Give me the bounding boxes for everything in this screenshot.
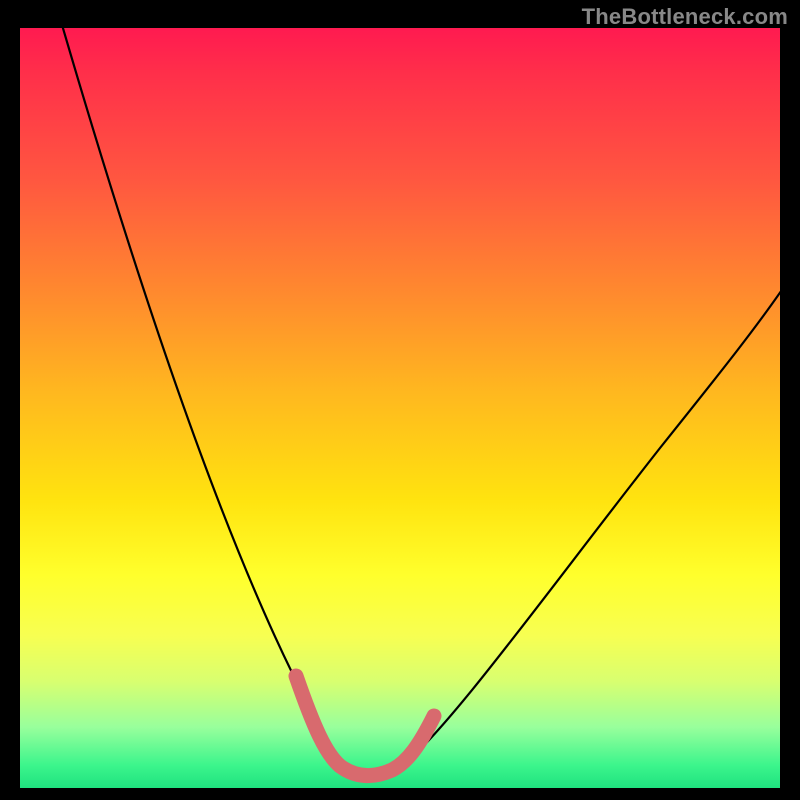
bottleneck-valley-highlight xyxy=(296,676,434,776)
chart-frame: TheBottleneck.com xyxy=(0,0,800,800)
plot-outer-border xyxy=(20,28,780,788)
plot-area xyxy=(20,28,780,788)
bottleneck-curve xyxy=(60,28,780,774)
watermark-text: TheBottleneck.com xyxy=(582,4,788,30)
curve-layer xyxy=(20,28,780,788)
